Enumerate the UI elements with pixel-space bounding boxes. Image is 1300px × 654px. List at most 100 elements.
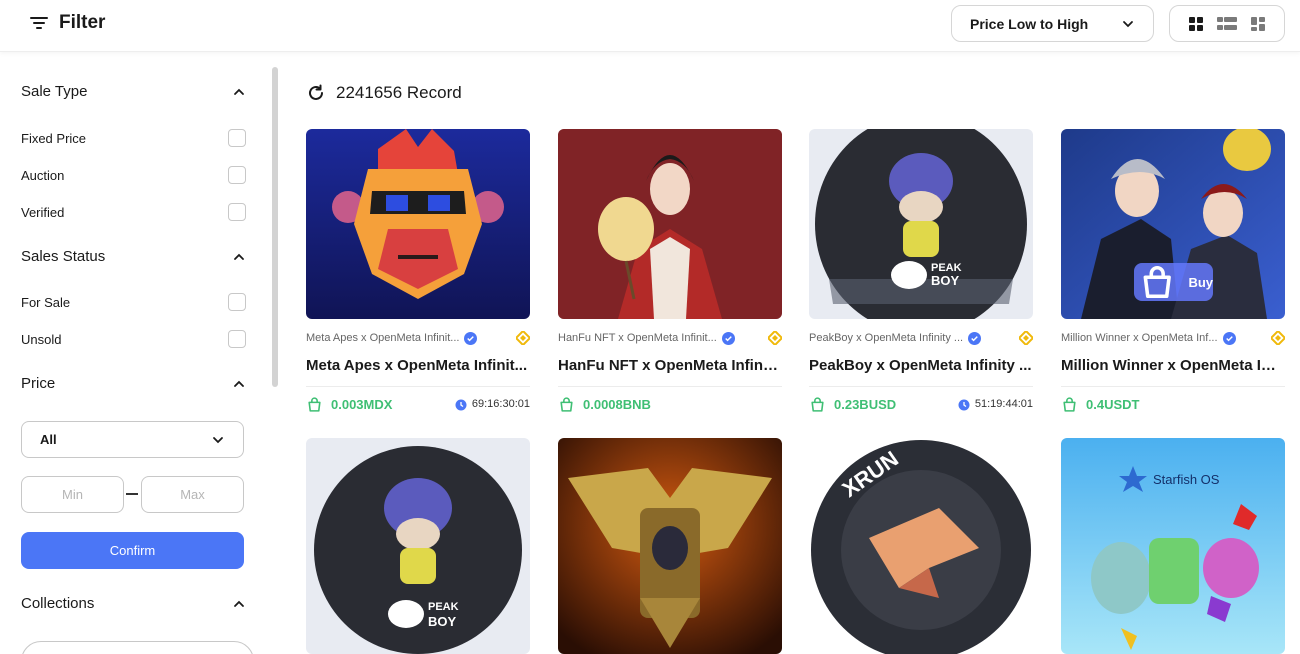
- nft-name[interactable]: Meta Apes x OpenMeta Infinit...: [306, 357, 530, 374]
- option-label: For Sale: [21, 294, 71, 310]
- bsc-chain-icon: [1019, 331, 1033, 345]
- unsold-checkbox[interactable]: [228, 330, 246, 348]
- price: 0.23BUSD: [809, 396, 896, 413]
- section-sale-type[interactable]: Sale Type: [21, 83, 246, 100]
- bsc-chain-icon: [768, 331, 782, 345]
- nft-name[interactable]: Million Winner x OpenMeta Inf...: [1061, 357, 1285, 374]
- collection-name[interactable]: HanFu NFT x OpenMeta Infinit...: [558, 331, 735, 345]
- filter-toggle[interactable]: Filter: [29, 12, 105, 34]
- grid-icon: [1188, 16, 1203, 31]
- collections-search-input[interactable]: [21, 641, 254, 654]
- filter-sidebar: Sale Type Fixed Price Auction Verified S…: [0, 53, 282, 654]
- nft-image: PEAK BOY: [306, 438, 530, 654]
- verified-icon: [464, 331, 478, 345]
- chevron-up-icon: [234, 88, 244, 95]
- collection-name[interactable]: Meta Apes x OpenMeta Infinit...: [306, 331, 478, 345]
- divider: [306, 386, 530, 387]
- timer-value: 69:16:30:01: [471, 398, 530, 410]
- for-sale-checkbox[interactable]: [228, 293, 246, 311]
- shopping-bag-icon: [1063, 396, 1076, 412]
- divider: [558, 386, 782, 387]
- list-view-button[interactable]: [1216, 14, 1237, 34]
- nft-image: XRUN: [809, 438, 1033, 654]
- chevron-up-icon: [234, 253, 244, 260]
- collection-name[interactable]: PeakBoy x OpenMeta Infinity ...: [809, 331, 982, 345]
- grid-large-view-button[interactable]: [1186, 14, 1206, 34]
- nft-name[interactable]: HanFu NFT x OpenMeta Infinit...: [558, 357, 782, 374]
- chevron-down-icon: [213, 436, 223, 443]
- price: 0.0008BNB: [558, 396, 651, 413]
- collection-label: Million Winner x OpenMeta Inf...: [1061, 332, 1218, 344]
- refresh-icon[interactable]: [306, 83, 326, 103]
- list-icon: [1216, 16, 1237, 30]
- nft-card[interactable]: Buy Million Winner x OpenMeta Inf... Mil…: [1061, 129, 1285, 413]
- nft-image: [306, 129, 530, 319]
- shopping-bag-icon: [560, 396, 573, 412]
- option-auction: Auction: [21, 166, 246, 184]
- filter-title: Filter: [59, 12, 106, 33]
- collection-label: HanFu NFT x OpenMeta Infinit...: [558, 332, 717, 344]
- price: 0.4USDT: [1061, 396, 1139, 413]
- section-sales-status[interactable]: Sales Status: [21, 248, 246, 265]
- svg-text:PEAK: PEAK: [428, 601, 459, 613]
- chevron-up-icon: [234, 380, 244, 387]
- svg-text:BOY: BOY: [428, 614, 457, 629]
- auction-checkbox[interactable]: [228, 166, 246, 184]
- view-toggle: [1169, 5, 1285, 42]
- collection-name[interactable]: Million Winner x OpenMeta Inf...: [1061, 331, 1236, 345]
- price: 0.003MDX: [306, 396, 392, 413]
- svg-text:Starfish OS: Starfish OS: [1153, 472, 1220, 487]
- nft-card[interactable]: PEAK BOY: [306, 438, 530, 654]
- min-price-input[interactable]: [21, 476, 124, 513]
- nft-card[interactable]: Meta Apes x OpenMeta Infinit... Meta Ape…: [306, 129, 530, 413]
- sort-select[interactable]: Price Low to High: [951, 5, 1154, 42]
- fixed-price-checkbox[interactable]: [228, 129, 246, 147]
- grid-small-view-button[interactable]: [1248, 14, 1268, 34]
- nft-image: [558, 129, 782, 319]
- price-value: 0.4USDT: [1086, 396, 1140, 412]
- chevron-up-icon: [234, 600, 244, 607]
- max-price-input[interactable]: [141, 476, 244, 513]
- verified-checkbox[interactable]: [228, 203, 246, 221]
- verified-icon: [721, 331, 735, 345]
- nft-image: Starfish OS: [1061, 438, 1285, 654]
- results-header: 2241656 Record: [306, 83, 462, 103]
- confirm-button[interactable]: Confirm: [21, 532, 244, 569]
- nft-image: PEAK BOY: [809, 129, 1033, 319]
- option-label: Verified: [21, 204, 65, 220]
- price-value: 0.0008BNB: [583, 396, 651, 412]
- sidebar-scrollbar[interactable]: [272, 67, 278, 387]
- collection-label: Meta Apes x OpenMeta Infinit...: [306, 332, 460, 344]
- countdown: 69:16:30:01: [454, 397, 530, 411]
- section-title: Sales Status: [21, 248, 106, 265]
- nft-card[interactable]: PEAK BOY PeakBoy x OpenMeta Infinity ...…: [809, 129, 1033, 413]
- shopping-bag-icon: [811, 396, 824, 412]
- verified-icon: [1222, 331, 1236, 345]
- chevron-down-icon: [1123, 20, 1133, 27]
- nft-card[interactable]: XRUN: [809, 438, 1033, 654]
- top-bar: Filter Price Low to High: [0, 0, 1300, 52]
- option-for-sale: For Sale: [21, 293, 246, 311]
- countdown: 51:19:44:01: [957, 397, 1033, 411]
- section-collections[interactable]: Collections: [21, 595, 246, 612]
- divider: [809, 386, 1033, 387]
- buy-button[interactable]: Buy: [1134, 263, 1213, 301]
- section-price[interactable]: Price: [21, 375, 246, 392]
- option-label: Auction: [21, 167, 65, 183]
- nft-image: [558, 438, 782, 654]
- nft-card[interactable]: HanFu NFT x OpenMeta Infinit... HanFu NF…: [558, 129, 782, 413]
- option-label: Unsold: [21, 331, 62, 347]
- sort-value: Price Low to High: [970, 15, 1089, 32]
- alarm-clock-icon: [455, 399, 467, 411]
- divider: [1061, 386, 1285, 387]
- filter-icon: [30, 17, 48, 29]
- nft-name[interactable]: PeakBoy x OpenMeta Infinity ...: [809, 357, 1033, 374]
- nft-card[interactable]: [558, 438, 782, 654]
- collection-label: PeakBoy x OpenMeta Infinity ...: [809, 332, 964, 344]
- buy-label: Buy: [1188, 274, 1213, 290]
- shopping-bag-icon: [308, 396, 321, 412]
- nft-card[interactable]: Starfish OS: [1061, 438, 1285, 654]
- shopping-bag-icon: [1143, 265, 1171, 299]
- currency-select[interactable]: All: [21, 421, 244, 458]
- currency-value: All: [40, 432, 57, 447]
